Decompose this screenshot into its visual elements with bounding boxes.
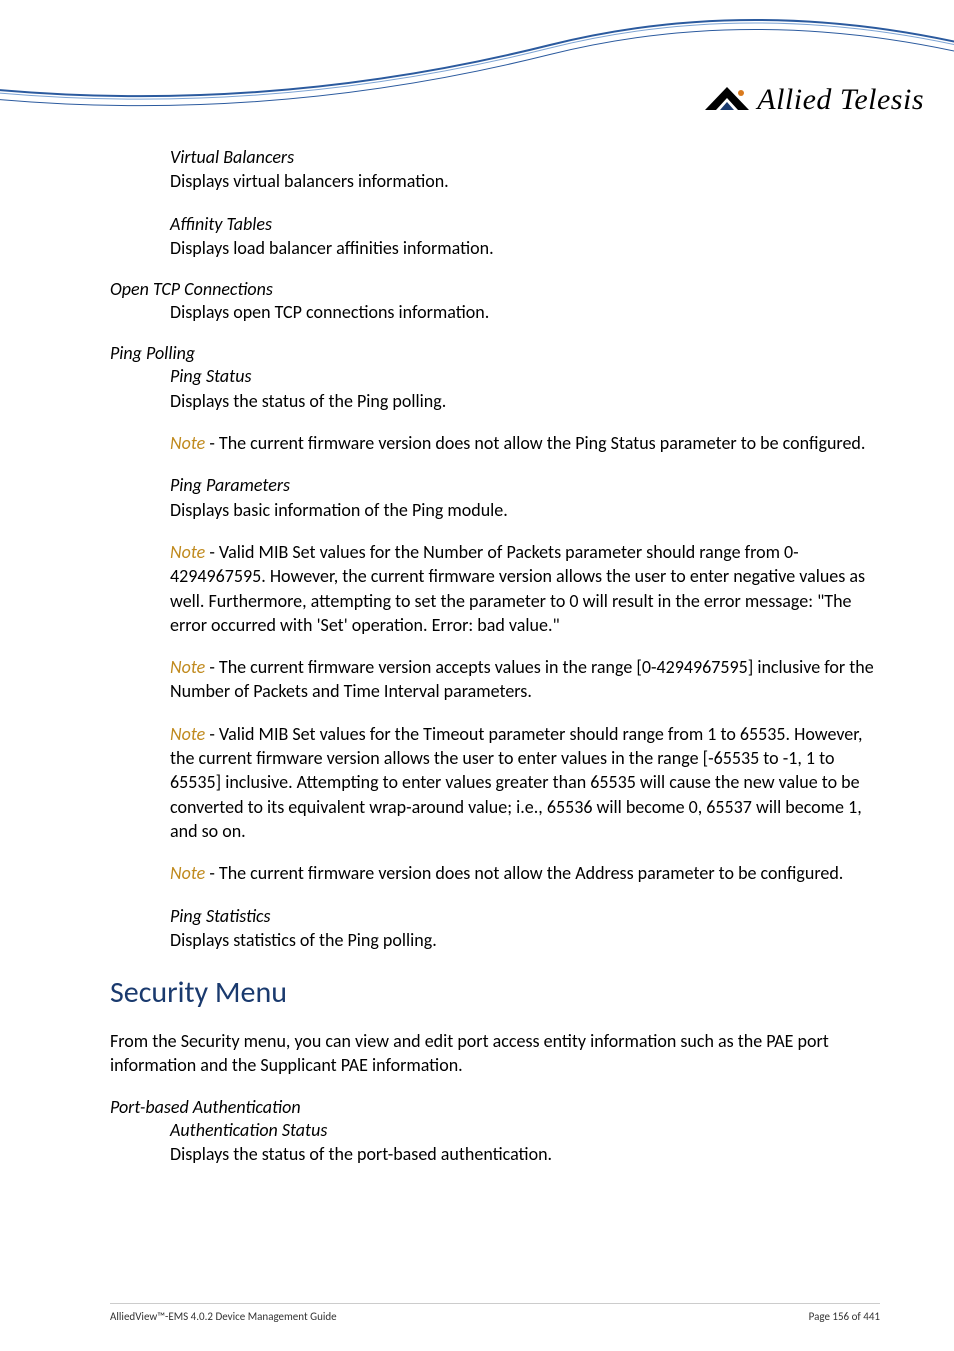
ping-note-5: Note - The current firmware version does…	[170, 861, 880, 885]
note-label: Note	[170, 541, 205, 563]
auth-status-block: Authentication Status Displays the statu…	[170, 1118, 880, 1167]
ping-status-title: Ping Status	[170, 364, 880, 388]
virtual-balancers-block: Virtual Balancers Displays virtual balan…	[170, 145, 880, 194]
ping-status-desc: Displays the status of the Ping polling.	[170, 389, 880, 413]
ping-note-3: Note - The current firmware version acce…	[170, 655, 880, 704]
open-tcp-desc: Displays open TCP connections informatio…	[170, 300, 880, 324]
note-3-text: - The current firmware version accepts v…	[170, 656, 874, 702]
ping-parameters-title: Ping Parameters	[170, 473, 880, 497]
virtual-balancers-desc: Displays virtual balancers information.	[170, 169, 880, 193]
ping-parameters-desc: Displays basic information of the Ping m…	[170, 498, 880, 522]
virtual-balancers-title: Virtual Balancers	[170, 145, 880, 169]
ping-note-4: Note - Valid MIB Set values for the Time…	[170, 722, 880, 843]
ping-note-2: Note - Valid MIB Set values for the Numb…	[170, 540, 880, 637]
brand-logo: Allied Telesis	[705, 83, 924, 117]
page-footer: AlliedView™-EMS 4.0.2 Device Management …	[110, 1303, 880, 1323]
auth-status-desc: Displays the status of the port-based au…	[170, 1142, 880, 1166]
page-content: Virtual Balancers Displays virtual balan…	[110, 145, 880, 1166]
note-4-text: - Valid MIB Set values for the Timeout p…	[170, 723, 862, 842]
ping-statistics-block: Ping Statistics Displays statistics of t…	[170, 904, 880, 953]
footer-right: Page 156 of 441	[809, 1310, 880, 1323]
affinity-tables-desc: Displays load balancer affinities inform…	[170, 236, 880, 260]
header-swoosh	[0, 0, 954, 160]
note-label: Note	[170, 432, 205, 454]
affinity-tables-title: Affinity Tables	[170, 212, 880, 236]
open-tcp-title: Open TCP Connections	[110, 278, 880, 300]
ping-polling-title: Ping Polling	[110, 342, 880, 364]
note-2-text: - Valid MIB Set values for the Number of…	[170, 541, 865, 636]
note-label: Note	[170, 656, 205, 678]
footer-left: AlliedView™-EMS 4.0.2 Device Management …	[110, 1310, 337, 1323]
ping-statistics-title: Ping Statistics	[170, 904, 880, 928]
open-tcp-block: Displays open TCP connections informatio…	[170, 300, 880, 324]
brand-triangle-icon	[705, 87, 749, 113]
security-menu-heading: Security Menu	[110, 974, 880, 1011]
affinity-tables-block: Affinity Tables Displays load balancer a…	[170, 212, 880, 261]
note-label: Note	[170, 723, 205, 745]
note-1-text: - The current firmware version does not …	[205, 432, 865, 454]
ping-status-block: Ping Status Displays the status of the P…	[170, 364, 880, 413]
note-label: Note	[170, 862, 205, 884]
ping-note-1: Note - The current firmware version does…	[170, 431, 880, 455]
port-auth-title: Port-based Authentication	[110, 1096, 880, 1118]
brand-name: Allied Telesis	[757, 83, 924, 117]
security-menu-intro: From the Security menu, you can view and…	[110, 1029, 880, 1078]
ping-parameters-block: Ping Parameters Displays basic informati…	[170, 473, 880, 522]
ping-statistics-desc: Displays statistics of the Ping polling.	[170, 928, 880, 952]
auth-status-title: Authentication Status	[170, 1118, 880, 1142]
note-5-text: - The current firmware version does not …	[205, 862, 843, 884]
